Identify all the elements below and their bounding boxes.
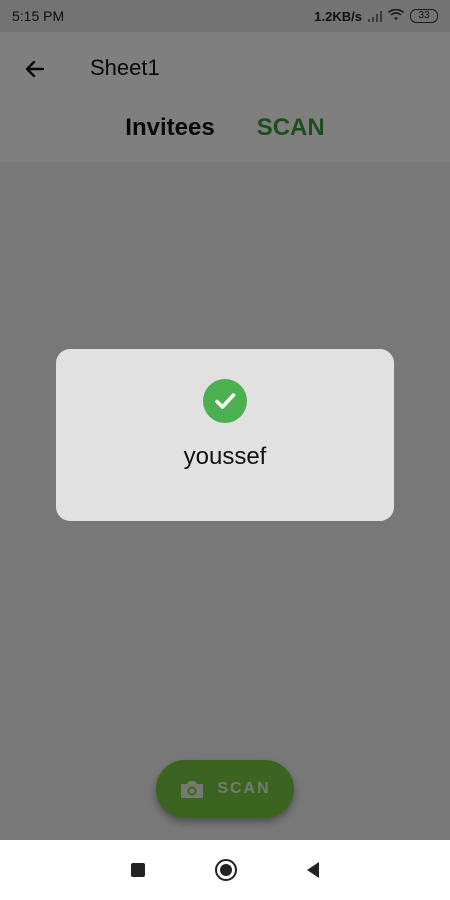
home-button[interactable] [215, 859, 237, 881]
success-dialog: youssef [56, 349, 394, 521]
system-back-button[interactable] [307, 862, 319, 878]
home-icon [220, 864, 232, 876]
dialog-message: youssef [183, 443, 267, 470]
recents-button[interactable] [131, 863, 145, 877]
screen: 5:15 PM 1.2KB/s 33 Sheet1 Invitees SCAN [0, 0, 450, 900]
check-circle-icon [203, 379, 247, 423]
system-nav-bar [0, 840, 450, 900]
